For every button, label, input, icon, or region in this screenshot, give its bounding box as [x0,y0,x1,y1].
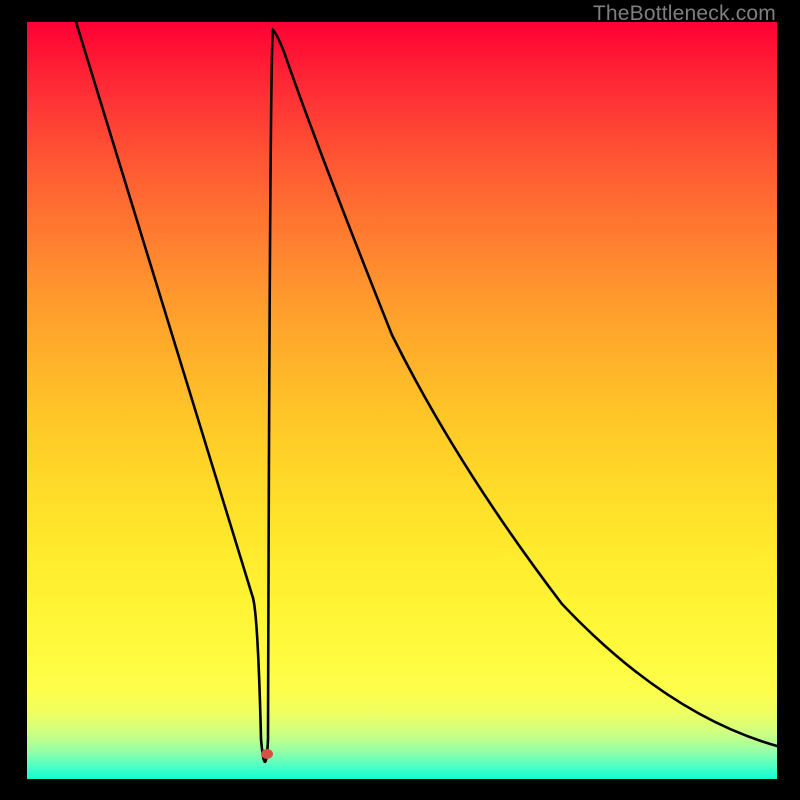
watermark-text: TheBottleneck.com [593,2,776,26]
curve-minimum-marker [261,749,273,759]
bottleneck-curve [76,22,777,762]
chart-svg [27,22,777,779]
